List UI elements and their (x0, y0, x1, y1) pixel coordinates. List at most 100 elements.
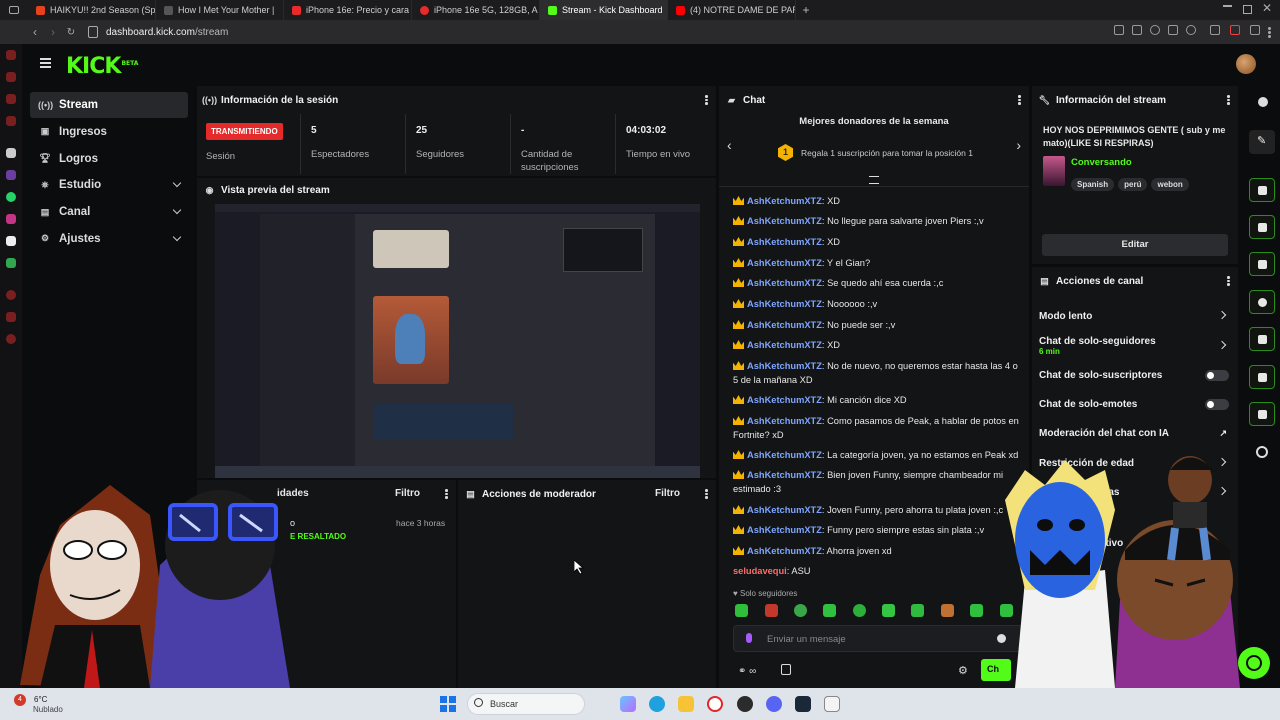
edge-icon[interactable] (649, 696, 665, 712)
chat-username[interactable]: AshKetchumXTZ (747, 340, 822, 350)
kick-logo[interactable]: KICKBETA (66, 54, 138, 79)
avatar[interactable] (1236, 54, 1256, 74)
download-icon[interactable] (1230, 25, 1240, 35)
store-icon[interactable] (781, 664, 791, 675)
action-slow-mode[interactable]: Modo lento (1039, 310, 1229, 322)
emote-icon[interactable] (765, 604, 778, 617)
filter-button[interactable]: Filtro (395, 488, 420, 499)
emote-icon[interactable] (882, 604, 895, 617)
emotes-only-toggle[interactable] (1205, 399, 1229, 410)
url-field[interactable]: dashboard.kick.com/stream (106, 27, 228, 38)
folder-icon[interactable] (678, 696, 694, 712)
browser-tab[interactable]: HAIKYU!! 2nd Season (Sp (28, 0, 156, 20)
chat-username[interactable]: AshKetchumXTZ (747, 299, 822, 309)
browser-menu-icon[interactable] (1268, 27, 1271, 38)
chat-settings-icon[interactable]: ⚭ ∞ (738, 666, 756, 677)
history-icon[interactable] (6, 290, 16, 300)
emote-icon[interactable] (853, 604, 866, 617)
apps-icon[interactable] (1256, 446, 1268, 458)
windows-start-icon[interactable] (440, 696, 456, 712)
chat-username[interactable]: AshKetchumXTZ (747, 196, 822, 206)
browser-tab[interactable]: iPhone 16e 5G, 128GB, A (412, 0, 540, 20)
kebab-menu-icon[interactable] (705, 95, 708, 105)
extension-icon[interactable] (1250, 25, 1260, 35)
kebab-menu-icon[interactable] (445, 489, 448, 499)
kebab-menu-icon[interactable] (705, 489, 708, 499)
action-followers-only[interactable]: Chat de solo-seguidores 6 min (1039, 336, 1229, 356)
toolbar-button[interactable] (1249, 402, 1275, 426)
tag-chip[interactable]: perú (1118, 178, 1148, 191)
nav-item-canal[interactable]: ▤ Canal (30, 199, 188, 225)
tiktok-icon[interactable] (6, 236, 16, 246)
menu-icon[interactable] (40, 58, 51, 68)
whatsapp-icon[interactable] (6, 192, 16, 202)
toolbar-button[interactable] (1249, 365, 1275, 389)
sidebar-icon[interactable] (6, 94, 16, 104)
chat-username[interactable]: AshKetchumXTZ (747, 361, 822, 371)
chat-username[interactable]: AshKetchumXTZ (747, 525, 822, 535)
chevron-right-icon[interactable]: › (1016, 137, 1021, 153)
nav-item-estudio[interactable]: ⛯ Estudio (30, 172, 188, 198)
maximize-icon[interactable] (1243, 5, 1252, 14)
emote-icon[interactable] (941, 604, 954, 617)
app-icon[interactable] (824, 696, 840, 712)
back-icon[interactable]: ‹ (26, 25, 44, 39)
settings-icon[interactable] (6, 334, 16, 344)
gear-icon[interactable]: ⚙ (958, 664, 968, 677)
stream-preview-video[interactable] (215, 204, 700, 478)
toolbar-button[interactable] (1249, 290, 1275, 314)
taskbar-search[interactable]: Buscar (467, 693, 585, 715)
emote-icon[interactable] (735, 604, 748, 617)
browser-tab[interactable]: iPhone 16e: Precio y cara (284, 0, 412, 20)
extension-icon[interactable] (1150, 25, 1160, 35)
sidebar-icon[interactable] (6, 72, 16, 82)
nav-item-stream[interactable]: ((•)) Stream (30, 92, 188, 118)
aria-icon[interactable] (6, 148, 16, 158)
sidebar-icon[interactable] (6, 312, 16, 322)
chevron-left-icon[interactable]: ‹ (727, 137, 732, 153)
weather-temp[interactable]: 6°C (34, 695, 47, 704)
extension-icon[interactable] (1132, 25, 1142, 35)
emote-icon[interactable] (794, 604, 807, 617)
edit-stream-button[interactable]: Editar (1042, 234, 1228, 256)
chat-username[interactable]: AshKetchumXTZ (747, 278, 822, 288)
kebab-menu-icon[interactable] (1018, 95, 1021, 105)
chat-username[interactable]: AshKetchumXTZ (747, 470, 822, 480)
microphone-icon[interactable] (746, 633, 752, 643)
reload-icon[interactable]: ↻ (62, 27, 80, 38)
toolbar-button[interactable] (1249, 252, 1275, 276)
toolbar-button[interactable] (1249, 178, 1275, 202)
edit-layout-button[interactable]: ✎ (1249, 130, 1275, 154)
browser-tab[interactable]: How I Met Your Mother | (156, 0, 284, 20)
toolbar-button[interactable] (1249, 327, 1275, 351)
chat-username[interactable]: seludavequi (733, 566, 787, 576)
chat-username[interactable]: AshKetchumXTZ (747, 237, 822, 247)
emote-icon[interactable] (823, 604, 836, 617)
extension-icon[interactable] (1168, 25, 1178, 35)
new-tab-button[interactable]: + (796, 3, 816, 17)
action-emotes-only[interactable]: Chat de solo-emotes (1039, 399, 1229, 410)
browser-tab[interactable]: (4) NOTRE DAME DE PAR (668, 0, 796, 20)
category-link[interactable]: Conversando (1071, 157, 1132, 168)
emote-icon[interactable] (970, 604, 983, 617)
discord-icon[interactable] (766, 696, 782, 712)
app-icon[interactable] (737, 696, 753, 712)
nav-item-logros[interactable]: 🏆︎ Logros (30, 146, 188, 172)
sidebar-icon[interactable] (6, 258, 16, 268)
pin-collapse-icon[interactable] (869, 176, 879, 184)
emote-icon[interactable] (911, 604, 924, 617)
info-icon[interactable] (1258, 97, 1268, 107)
action-subscribers-only[interactable]: Chat de solo-suscriptores (1039, 370, 1229, 381)
extension-icon[interactable] (1210, 25, 1220, 35)
kebab-menu-icon[interactable] (1227, 276, 1230, 286)
nav-item-ingresos[interactable]: ▣ Ingresos (30, 119, 188, 145)
chat-username[interactable]: AshKetchumXTZ (747, 546, 822, 556)
tag-chip[interactable]: webon (1151, 178, 1189, 191)
chat-username[interactable]: AshKetchumXTZ (747, 450, 822, 460)
toolbar-button[interactable] (1249, 215, 1275, 239)
action-ai-moderation[interactable]: Moderación del chat con IA ↗ (1039, 428, 1229, 439)
site-info-icon[interactable] (88, 26, 98, 38)
minimize-icon[interactable] (1223, 5, 1232, 7)
nav-item-ajustes[interactable]: ⚙ Ajustes (30, 226, 188, 252)
copilot-icon[interactable] (620, 696, 636, 712)
